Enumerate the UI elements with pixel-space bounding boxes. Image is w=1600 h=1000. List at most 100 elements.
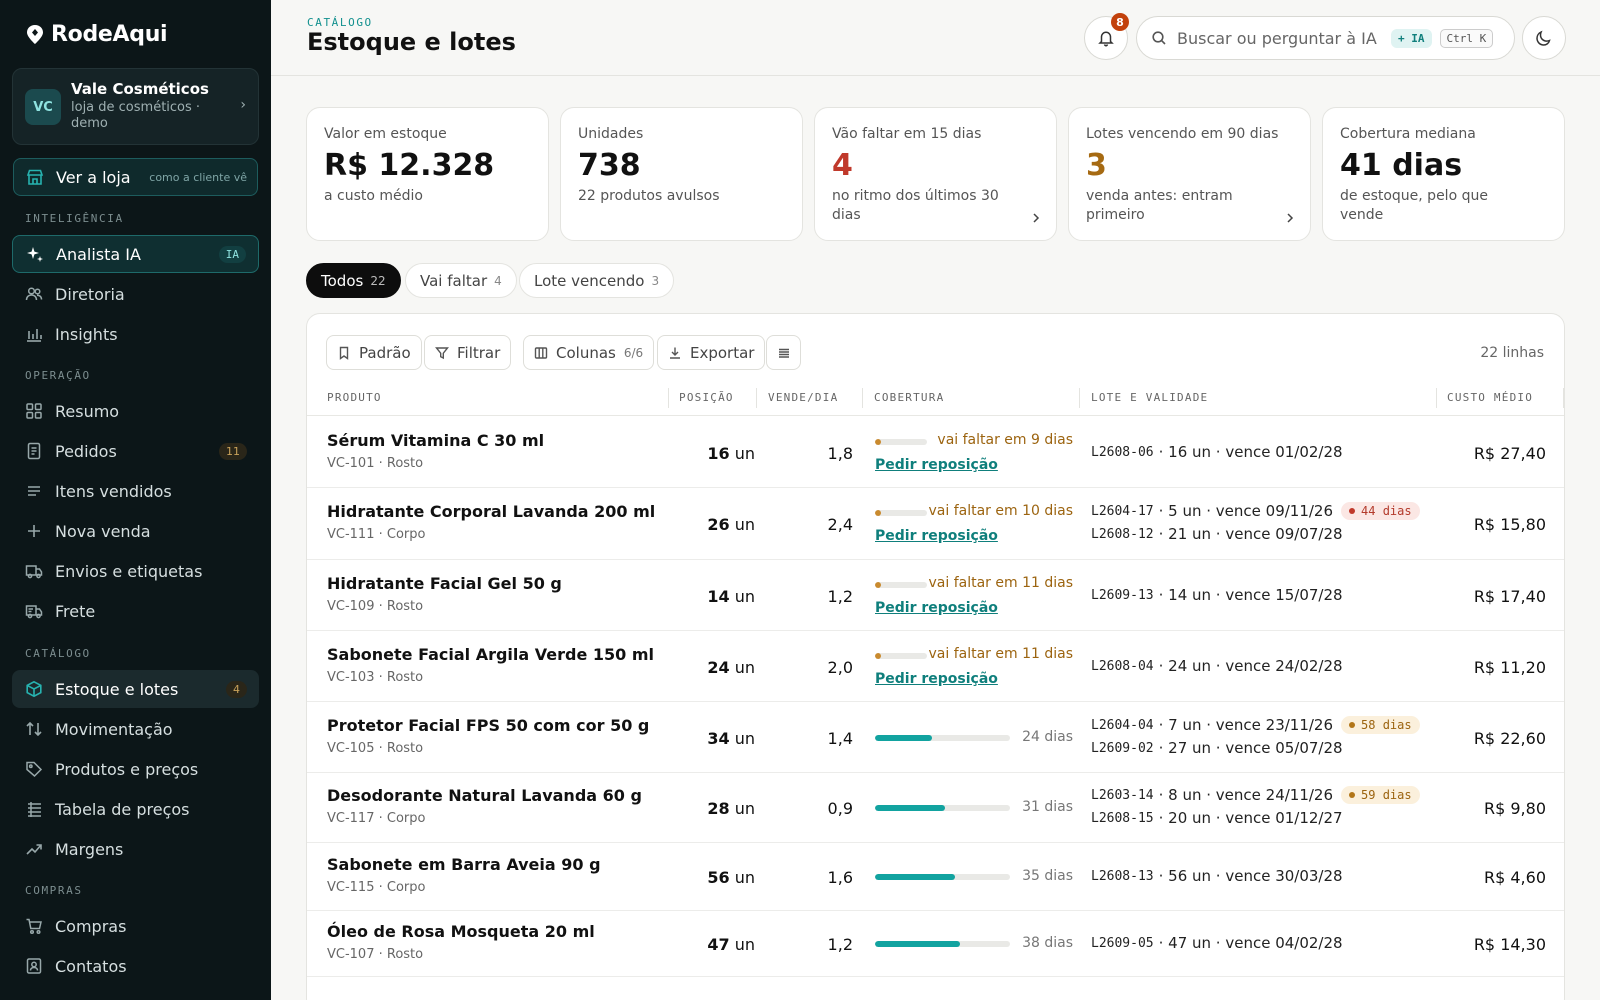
columns-icon [534,346,548,359]
col-produto[interactable]: PRODUTO [327,391,382,404]
store-switcher[interactable]: VC Vale Cosméticos loja de cosméticos · … [12,68,259,145]
table-row[interactable]: Protetor Facial FPS 50 com cor 50 g VC-10… [307,702,1564,773]
sidebar-item-frete[interactable]: Frete [12,592,259,630]
sidebar-item-compras[interactable]: Compras [12,907,259,945]
sidebar-item-nova-venda[interactable]: Nova venda [12,512,259,550]
product-name[interactable]: Hidratante Corporal Lavanda 200 ml [327,502,655,521]
lot-details: · 56 un · vence 30/03/28 [1158,867,1343,885]
col-divider[interactable] [668,388,669,408]
page-title: Estoque e lotes [307,28,516,56]
reorder-link[interactable]: Pedir reposição [875,457,998,473]
col-divider[interactable] [1079,388,1080,408]
filter-button[interactable]: Filtrar [424,335,512,370]
tag-icon [26,761,43,778]
notifications-button[interactable]: 8 [1084,13,1129,60]
col-vende-dia[interactable]: VENDE/DIA [768,391,838,404]
average-cost: R$ 27,40 [1473,444,1546,463]
daily-sales: 1,8 [827,444,853,463]
stock-position: 28 un [707,799,755,818]
table-row[interactable]: Sérum Vitamina C 30 ml VC-101 · Rosto 16 u… [307,417,1564,488]
sidebar-item-estoque[interactable]: Estoque e lotes 4 [12,670,259,708]
logo-pin-icon [27,24,43,44]
col-divider[interactable] [862,388,863,408]
reorder-link[interactable]: Pedir reposição [875,528,998,544]
average-cost: R$ 15,80 [1473,515,1546,534]
col-divider[interactable] [1563,388,1564,408]
product-name[interactable]: Sabonete em Barra Aveia 90 g [327,855,601,874]
reorder-link[interactable]: Pedir reposição [875,600,998,616]
export-button[interactable]: Exportar [657,335,766,370]
filter-button-label: Filtrar [457,343,501,362]
sidebar-item-label: Itens vendidos [55,481,172,501]
reorder-link[interactable]: Pedir reposição [875,671,998,687]
sidebar-item-resumo[interactable]: Resumo [12,392,259,430]
coverage-text: 38 dias [1022,935,1073,951]
product-name[interactable]: Sérum Vitamina C 30 ml [327,431,544,450]
density-button[interactable] [766,335,801,370]
section-operacao: OPERAÇÃO [25,369,91,382]
sidebar-item-margens[interactable]: Margens [12,830,259,868]
table-row[interactable]: Sabonete Facial Argila Verde 150 ml VC-10… [307,631,1564,702]
sidebar-item-movimentacao[interactable]: Movimentação [12,710,259,748]
sidebar-item-analista-ia[interactable]: Analista IA IA [12,235,259,273]
table-row[interactable]: Hidratante Facial Gel 50 g VC-109 · Rosto… [307,560,1564,631]
theme-toggle-button[interactable] [1522,16,1566,60]
sidebar-item-label: Pedidos [55,441,117,461]
product-sku: VC-111 · Corpo [327,527,426,542]
sidebar-item-pedidos[interactable]: Pedidos 11 [12,432,259,470]
sidebar-item-produtos[interactable]: Produtos e preços [12,750,259,788]
sidebar-item-diretoria[interactable]: Diretoria [12,275,259,313]
col-divider[interactable] [756,388,757,408]
funnel-icon [435,346,449,359]
filter-todos[interactable]: Todos 22 [306,263,401,298]
app-logo[interactable]: RodeAqui [25,22,168,47]
table-row[interactable]: Sabonete em Barra Aveia 90 g VC-115 · Cor… [307,843,1564,911]
product-name[interactable]: Desodorante Natural Lavanda 60 g [327,786,642,805]
coverage-bar [875,874,1010,880]
filter-vai-faltar[interactable]: Vai faltar 4 [405,263,517,298]
section-inteligencia: INTELIGÊNCIA [25,212,124,225]
col-cobertura[interactable]: COBERTURA [874,391,944,404]
sidebar-item-label: Insights [55,324,118,344]
kpi-subtitle: a custo médio [324,188,423,204]
col-lote-validade[interactable]: LOTE E VALIDADE [1091,391,1208,404]
search-box[interactable]: + IA Ctrl K [1136,16,1515,60]
lot-code: L2609-05 [1091,935,1154,951]
sidebar-item-envios[interactable]: Envios e etiquetas [12,552,259,590]
kpi-subtitle: venda antes: entram primeiro [1086,188,1233,223]
kpi-vao-faltar[interactable]: Vão faltar em 15 dias 4 no ritmo dos últ… [814,107,1057,241]
contact-card-icon [26,958,42,974]
filter-count: 4 [494,273,502,288]
product-name[interactable]: Protetor Facial FPS 50 com cor 50 g [327,716,649,735]
col-divider[interactable] [1436,388,1437,408]
table-row[interactable]: Hidratante Corporal Lavanda 200 ml VC-111… [307,488,1564,560]
product-name[interactable]: Hidratante Facial Gel 50 g [327,574,562,593]
product-name[interactable]: Sabonete Facial Argila Verde 150 ml [327,645,654,664]
col-posicao[interactable]: POSIÇÃO [679,391,734,404]
view-default-button[interactable]: Padrão [326,335,422,370]
lot-code: L2604-17 [1091,503,1154,519]
sidebar-item-insights[interactable]: Insights [12,315,259,353]
sidebar-item-label: Frete [55,601,96,621]
kpi-value: 4 [832,148,853,183]
view-store-button[interactable]: Ver a loja como a cliente vê [13,158,258,196]
product-sku: VC-101 · Rosto [327,456,424,471]
sidebar-item-tabela-precos[interactable]: Tabela de preços [12,790,259,828]
store-subtitle: loja de cosméticos · demo [71,100,201,131]
stock-unit: un [734,935,755,954]
search-input[interactable] [1177,28,1387,48]
filter-lote-vencendo[interactable]: Lote vencendo 3 [519,263,675,298]
stock-position: 26 un [707,515,755,534]
table-row[interactable]: Desodorante Natural Lavanda 60 g VC-117 ·… [307,773,1564,843]
columns-button[interactable]: Colunas 6/6 [523,335,655,370]
coverage-bar [875,735,1010,741]
trend-up-icon [26,844,42,855]
table-row[interactable]: Óleo de Rosa Mosqueta 20 ml VC-107 · Rost… [307,911,1564,977]
sidebar-item-itens-vendidos[interactable]: Itens vendidos [12,472,259,510]
sidebar-item-label: Margens [55,839,124,859]
product-name[interactable]: Óleo de Rosa Mosqueta 20 ml [327,922,595,941]
sidebar-item-contatos[interactable]: Contatos [12,947,259,985]
kpi-lotes-vencendo[interactable]: Lotes vencendo em 90 dias 3 venda antes:… [1068,107,1311,241]
columns-count: 6/6 [623,345,644,360]
col-custo-medio[interactable]: CUSTO MÉDIO [1447,391,1533,404]
